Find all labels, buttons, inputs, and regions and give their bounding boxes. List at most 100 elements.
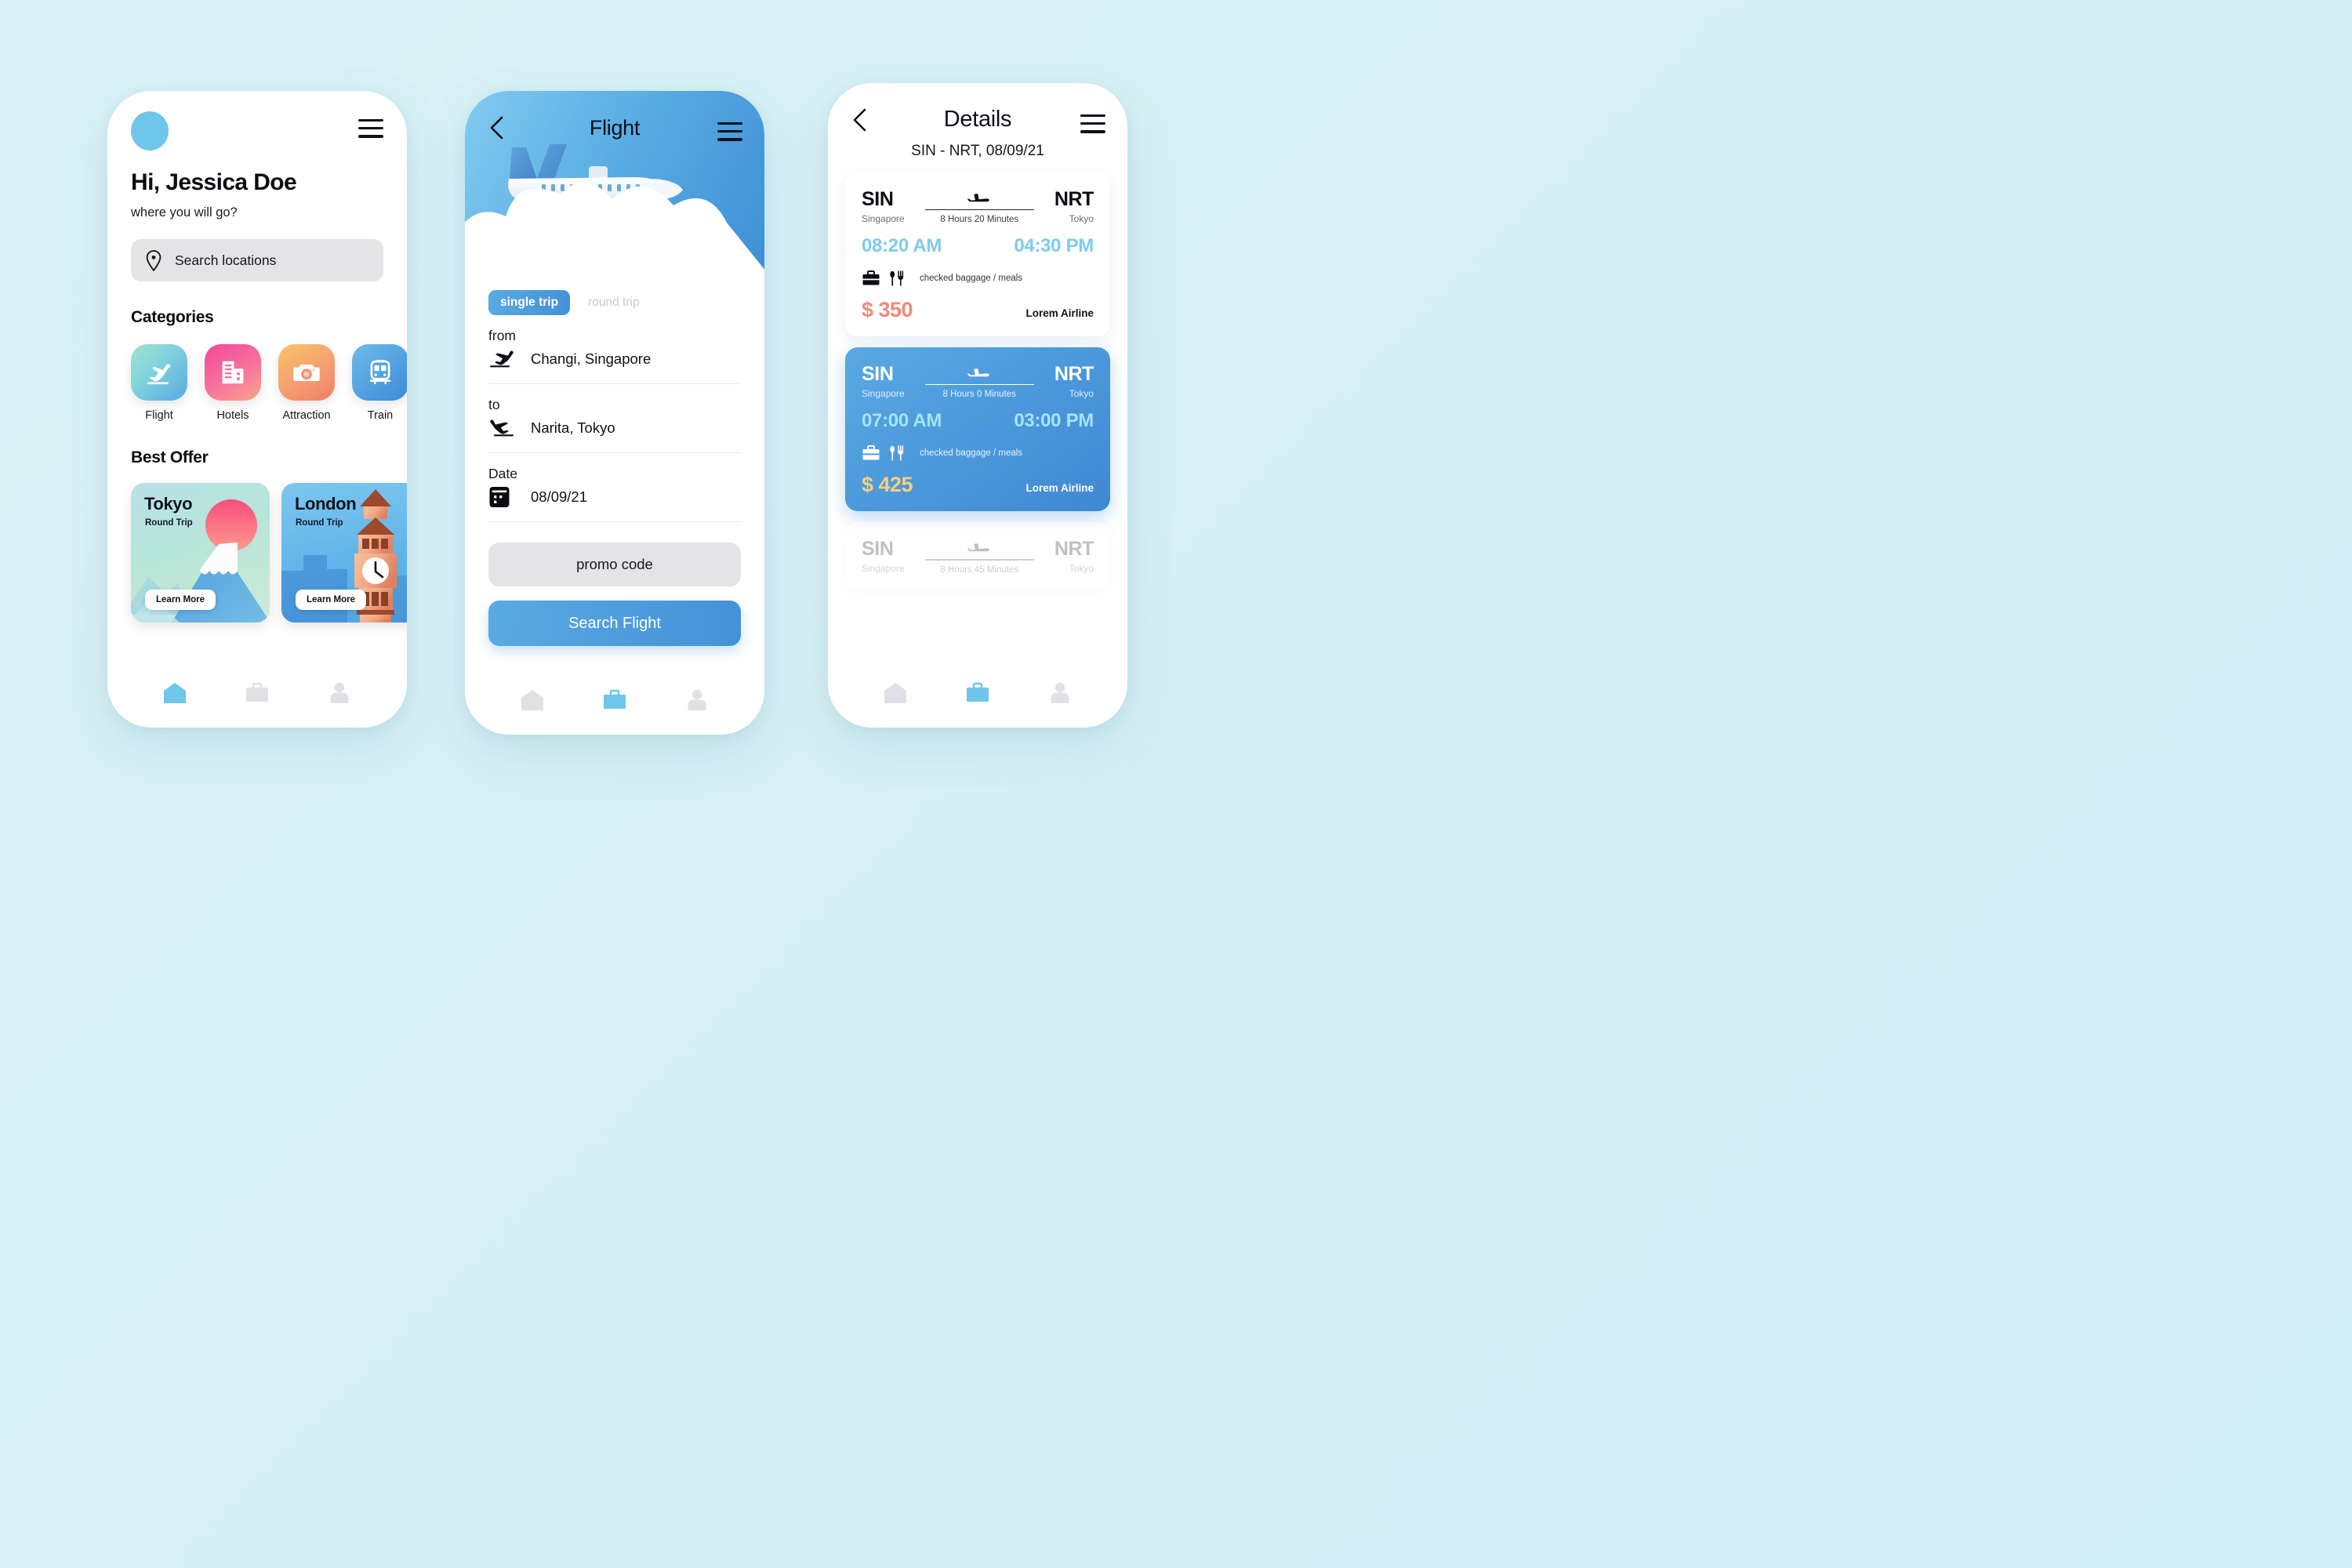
home-header [131, 91, 383, 151]
bottom-navigation [465, 666, 764, 735]
dest-city: Tokyo [1069, 563, 1094, 575]
depart-time: 08:20 AM [862, 234, 942, 256]
nav-profile[interactable] [1043, 676, 1077, 710]
field-label: from [488, 328, 516, 343]
category-train[interactable]: Train [352, 344, 407, 422]
nav-trips[interactable] [240, 676, 274, 710]
flight-duration: 8 Hours 45 Minutes [940, 564, 1019, 575]
flight-card[interactable]: SIN Singapore 8 Hours 20 Minutes NRT Tok… [845, 172, 1110, 336]
origin-code: SIN [862, 538, 894, 561]
amenities-label: checked baggage / meals [920, 273, 1023, 283]
airplane-icon [967, 543, 990, 552]
bottom-navigation [107, 659, 407, 728]
field-date[interactable]: Date 08/09/21 [488, 453, 741, 522]
flight-price: $ 425 [862, 473, 913, 497]
field-label: Date [488, 466, 517, 481]
search-placeholder: Search locations [175, 252, 277, 268]
hamburger-menu-icon[interactable] [358, 111, 383, 138]
chevron-left-icon[interactable] [487, 115, 507, 140]
airplane-icon [967, 193, 990, 201]
category-label: Train [367, 409, 394, 422]
briefcase-icon [603, 689, 626, 709]
category-flight[interactable]: Flight [131, 344, 187, 422]
camera-icon [293, 365, 320, 381]
person-icon [330, 682, 349, 703]
nav-profile[interactable] [322, 676, 357, 710]
origin-code: SIN [862, 187, 894, 210]
learn-more-button[interactable]: Learn More [145, 590, 216, 610]
person-icon [1051, 682, 1069, 703]
page-title: Hi, Jessica Doe [131, 169, 297, 195]
details-header: Details [828, 83, 1127, 133]
airline-name: Lorem Airline [1025, 307, 1094, 319]
phone-details-screen: Details SIN - NRT, 08/09/21 SIN Singapor… [828, 83, 1127, 728]
flight-card-selected[interactable]: SIN Singapore 8 Hours 0 Minutes NRT Toky… [845, 347, 1110, 512]
flight-card[interactable]: SIN Singapore 8 Hours 45 Minutes NRT Tok… [845, 522, 1110, 589]
briefcase-icon [862, 270, 880, 287]
search-input[interactable]: Search locations [131, 239, 383, 281]
categories-heading: Categories [131, 308, 214, 326]
origin-code: SIN [862, 362, 894, 385]
depart-time: 07:00 AM [862, 410, 942, 432]
nav-trips[interactable] [960, 676, 995, 710]
hamburger-menu-icon[interactable] [717, 114, 742, 141]
cutlery-icon [888, 270, 906, 287]
origin-city: Singapore [862, 212, 905, 224]
flight-price: $ 350 [862, 297, 913, 321]
dest-code: NRT [1054, 187, 1094, 210]
greeting-subtitle: where you will go? [131, 205, 238, 220]
tab-single-trip[interactable]: single trip [488, 290, 571, 315]
flight-duration: 8 Hours 0 Minutes [942, 390, 1016, 400]
airplane-landing-icon [490, 419, 514, 437]
nav-trips[interactable] [597, 683, 632, 717]
briefcase-icon [245, 682, 268, 702]
avatar[interactable] [131, 111, 169, 151]
category-label: Attraction [282, 409, 331, 422]
details-subtitle: SIN - NRT, 08/09/21 [911, 142, 1044, 159]
dest-city: Tokyo [1069, 387, 1094, 399]
promo-placeholder: promo code [576, 556, 653, 572]
cutlery-icon [888, 445, 906, 462]
phone-home-screen: Hi, Jessica Doe where you will go? Searc… [107, 91, 407, 728]
offer-city: London [295, 494, 357, 514]
nav-profile[interactable] [680, 683, 714, 717]
origin-city: Singapore [862, 387, 905, 399]
offer-city: Tokyo [144, 494, 193, 514]
tab-round-trip[interactable]: round trip [578, 290, 649, 315]
home-icon [164, 683, 187, 703]
home-icon [521, 690, 544, 710]
promo-code-input[interactable]: promo code [488, 543, 741, 586]
nav-home[interactable] [515, 683, 550, 717]
flight-results-list: SIN Singapore 8 Hours 20 Minutes NRT Tok… [828, 160, 1127, 589]
dest-code: NRT [1054, 538, 1094, 561]
field-to[interactable]: to Narita, Tokyo [488, 384, 741, 453]
offer-card-tokyo[interactable]: Tokyo Round Trip Learn More [131, 483, 270, 622]
arrive-time: 04:30 PM [1014, 234, 1094, 256]
amenities-label: checked baggage / meals [920, 448, 1023, 459]
airline-name: Lorem Airline [1025, 482, 1094, 495]
category-attraction[interactable]: Attraction [278, 344, 335, 422]
airplane-icon [967, 368, 990, 377]
building-icon [222, 361, 244, 384]
offer-trip-type: Round Trip [296, 518, 343, 528]
category-hotels[interactable]: Hotels [205, 344, 261, 422]
field-from[interactable]: from Changi, Singapore [488, 315, 741, 384]
field-value: Changi, Singapore [531, 350, 652, 367]
offer-card-london[interactable]: London Round Trip Learn More [281, 483, 407, 622]
briefcase-icon [862, 445, 880, 462]
nav-home[interactable] [158, 676, 192, 710]
dest-code: NRT [1054, 362, 1094, 385]
page-title: Details [943, 107, 1012, 132]
nav-home[interactable] [878, 676, 913, 710]
bottom-navigation [828, 659, 1127, 728]
offer-trip-type: Round Trip [145, 518, 193, 528]
category-label: Flight [145, 409, 173, 422]
search-flight-button[interactable]: Search Flight [488, 601, 741, 646]
field-value: Narita, Tokyo [531, 419, 615, 436]
phone-flight-screen: Flight single trip round trip from Chang… [465, 91, 764, 735]
home-icon [884, 683, 907, 703]
learn-more-button[interactable]: Learn More [296, 590, 366, 610]
field-value: 08/09/21 [531, 488, 588, 505]
offers-list: Tokyo Round Trip Learn More London Round… [131, 483, 407, 622]
categories-list: Flight Hotels Attraction Train [131, 344, 407, 422]
